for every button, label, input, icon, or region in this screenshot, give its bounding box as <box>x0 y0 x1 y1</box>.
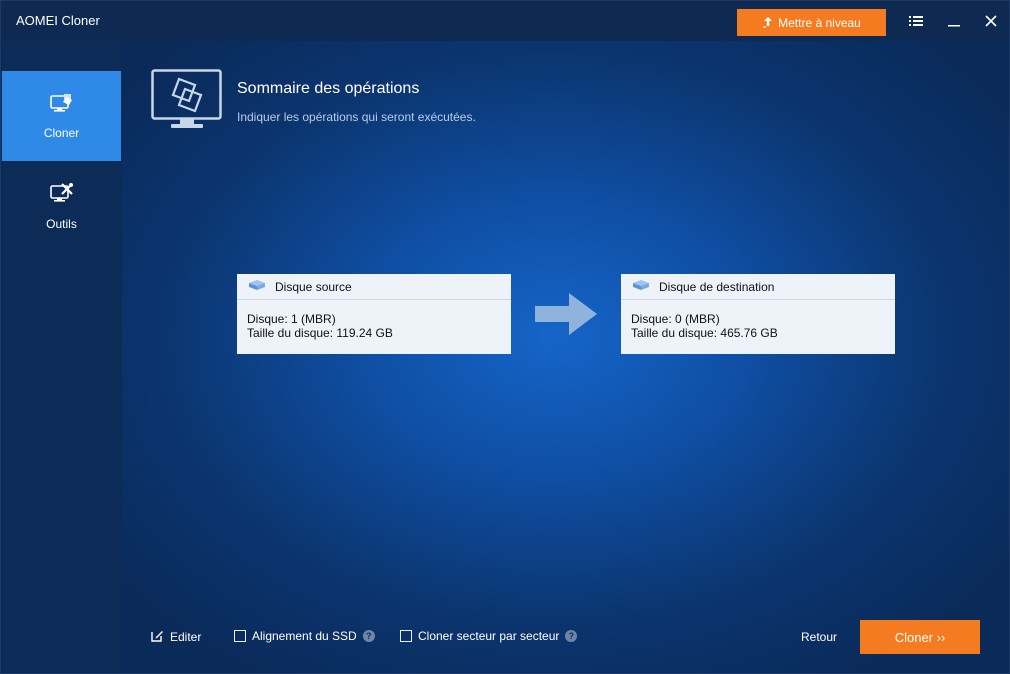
sidebar-item-label: Cloner <box>43 125 80 140</box>
page-subtitle: Indiquer les opérations qui seront exécu… <box>237 110 476 124</box>
destination-disk-title: Disque de destination <box>659 279 775 294</box>
clone-button[interactable]: Cloner ›› <box>860 620 980 654</box>
sector-by-sector-checkbox[interactable] <box>400 630 412 642</box>
source-disk-size: Taille du disque: 119.24 GB <box>247 326 393 340</box>
menu-icon[interactable] <box>906 11 926 31</box>
clone-icon <box>49 93 75 118</box>
sidebar: Cloner Outils <box>2 41 122 673</box>
close-icon[interactable] <box>981 11 1001 31</box>
back-button[interactable]: Retour <box>801 630 837 644</box>
ssd-alignment-checkbox[interactable] <box>234 630 246 642</box>
page-title: Sommaire des opérations <box>237 80 420 97</box>
source-disk-title: Disque source <box>275 279 352 294</box>
sector-by-sector-option[interactable]: Cloner secteur par secteur ? <box>400 629 578 643</box>
help-icon[interactable]: ? <box>565 630 578 642</box>
arrow-right-icon <box>535 293 599 335</box>
sidebar-item-outils[interactable]: Outils <box>2 161 121 251</box>
ssd-alignment-option[interactable]: Alignement du SSD ? <box>234 629 375 643</box>
upgrade-label: Mettre à niveau <box>778 15 861 30</box>
disk-icon <box>631 279 651 294</box>
title-bar: AOMEI Cloner Mettre à niveau <box>1 1 1009 41</box>
destination-disk-size: Taille du disque: 465.76 GB <box>631 326 778 340</box>
edit-label: Editer <box>170 630 202 644</box>
upgrade-arrow-icon <box>762 16 774 30</box>
sidebar-item-cloner[interactable]: Cloner <box>2 71 121 161</box>
tools-icon <box>49 182 75 209</box>
app-window: AOMEI Cloner Mettre à niveau Cloner Outi… <box>0 0 1010 674</box>
app-title: AOMEI Cloner <box>16 13 100 28</box>
help-icon[interactable]: ? <box>362 630 375 642</box>
destination-disk-number: Disque: 0 (MBR) <box>631 312 720 326</box>
source-disk-card: Disque source Disque: 1 (MBR) Taille du … <box>237 274 511 354</box>
upgrade-button[interactable]: Mettre à niveau <box>737 9 886 36</box>
edit-icon <box>151 629 164 645</box>
source-disk-header: Disque source <box>237 274 511 300</box>
destination-disk-header: Disque de destination <box>621 274 895 300</box>
edit-button[interactable]: Editer <box>151 629 201 645</box>
disk-icon <box>247 279 267 294</box>
source-disk-number: Disque: 1 (MBR) <box>247 312 336 326</box>
clone-summary-icon <box>151 69 223 131</box>
sidebar-item-label: Outils <box>46 216 77 231</box>
ssd-alignment-label: Alignement du SSD <box>252 629 357 643</box>
minimize-icon[interactable] <box>944 11 964 31</box>
sector-by-sector-label: Cloner secteur par secteur <box>418 629 560 643</box>
destination-disk-card: Disque de destination Disque: 0 (MBR) Ta… <box>621 274 895 354</box>
